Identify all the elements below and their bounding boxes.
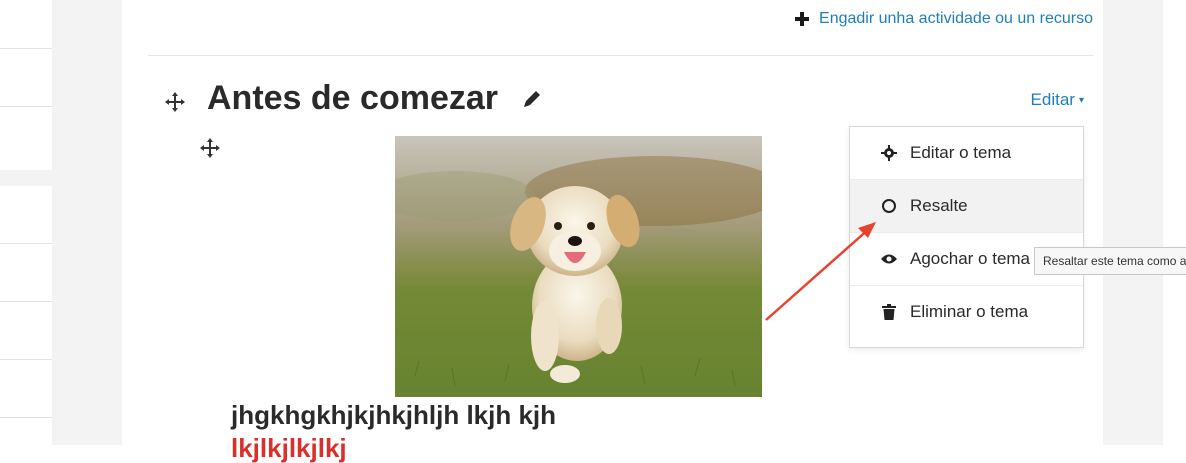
trash-icon xyxy=(880,303,898,321)
add-activity-label: Engadir unha actividade ou un recurso xyxy=(819,10,1093,27)
menu-item-delete-topic[interactable]: Eliminar o tema xyxy=(850,286,1083,338)
section-edit-menu: Editar o tema Resalte Agochar o tema Eli… xyxy=(849,126,1084,348)
menu-item-label: Resalte xyxy=(910,196,968,215)
nav-divider xyxy=(0,359,52,360)
puppy-photo xyxy=(395,136,762,397)
section-divider xyxy=(148,55,1094,56)
menu-item-edit-topic[interactable]: Editar o tema xyxy=(850,127,1083,180)
edit-dropdown-label: Editar xyxy=(1030,90,1075,109)
nav-divider xyxy=(0,243,52,244)
menu-item-highlight[interactable]: Resalte xyxy=(850,180,1083,233)
add-activity-link[interactable]: Engadir unha actividade ou un recurso xyxy=(795,10,1093,28)
nav-divider xyxy=(0,106,52,107)
plus-icon xyxy=(795,12,810,26)
right-gutter xyxy=(1103,0,1163,445)
nav-divider xyxy=(0,48,52,49)
section-title: Antes de comezar xyxy=(207,79,498,117)
pencil-icon[interactable] xyxy=(521,88,543,110)
eye-icon xyxy=(880,250,898,268)
menu-item-label: Editar o tema xyxy=(910,143,1012,162)
content-text: jhgkhgkhjkjhkjhljh lkjh kjh xyxy=(231,400,557,430)
left-navigation-panel xyxy=(0,0,52,445)
left-gutter xyxy=(0,0,122,445)
nav-divider xyxy=(0,301,52,302)
circle-icon xyxy=(880,197,898,215)
menu-item-label: Agochar o tema xyxy=(910,249,1031,268)
nav-divider xyxy=(0,417,52,418)
content-red-text: lkjlkjlkjlkj xyxy=(231,433,347,463)
nav-active-notch xyxy=(0,170,104,186)
highlight-tooltip: Resaltar este tema como actual xyxy=(1034,247,1186,275)
move-section-icon[interactable] xyxy=(165,92,185,112)
move-activity-icon[interactable] xyxy=(200,138,220,158)
gear-icon xyxy=(880,144,898,162)
menu-item-label: Eliminar o tema xyxy=(910,302,1029,321)
edit-dropdown-toggle[interactable]: Editar ▾ xyxy=(1031,90,1084,110)
caret-down-icon: ▾ xyxy=(1078,94,1084,106)
